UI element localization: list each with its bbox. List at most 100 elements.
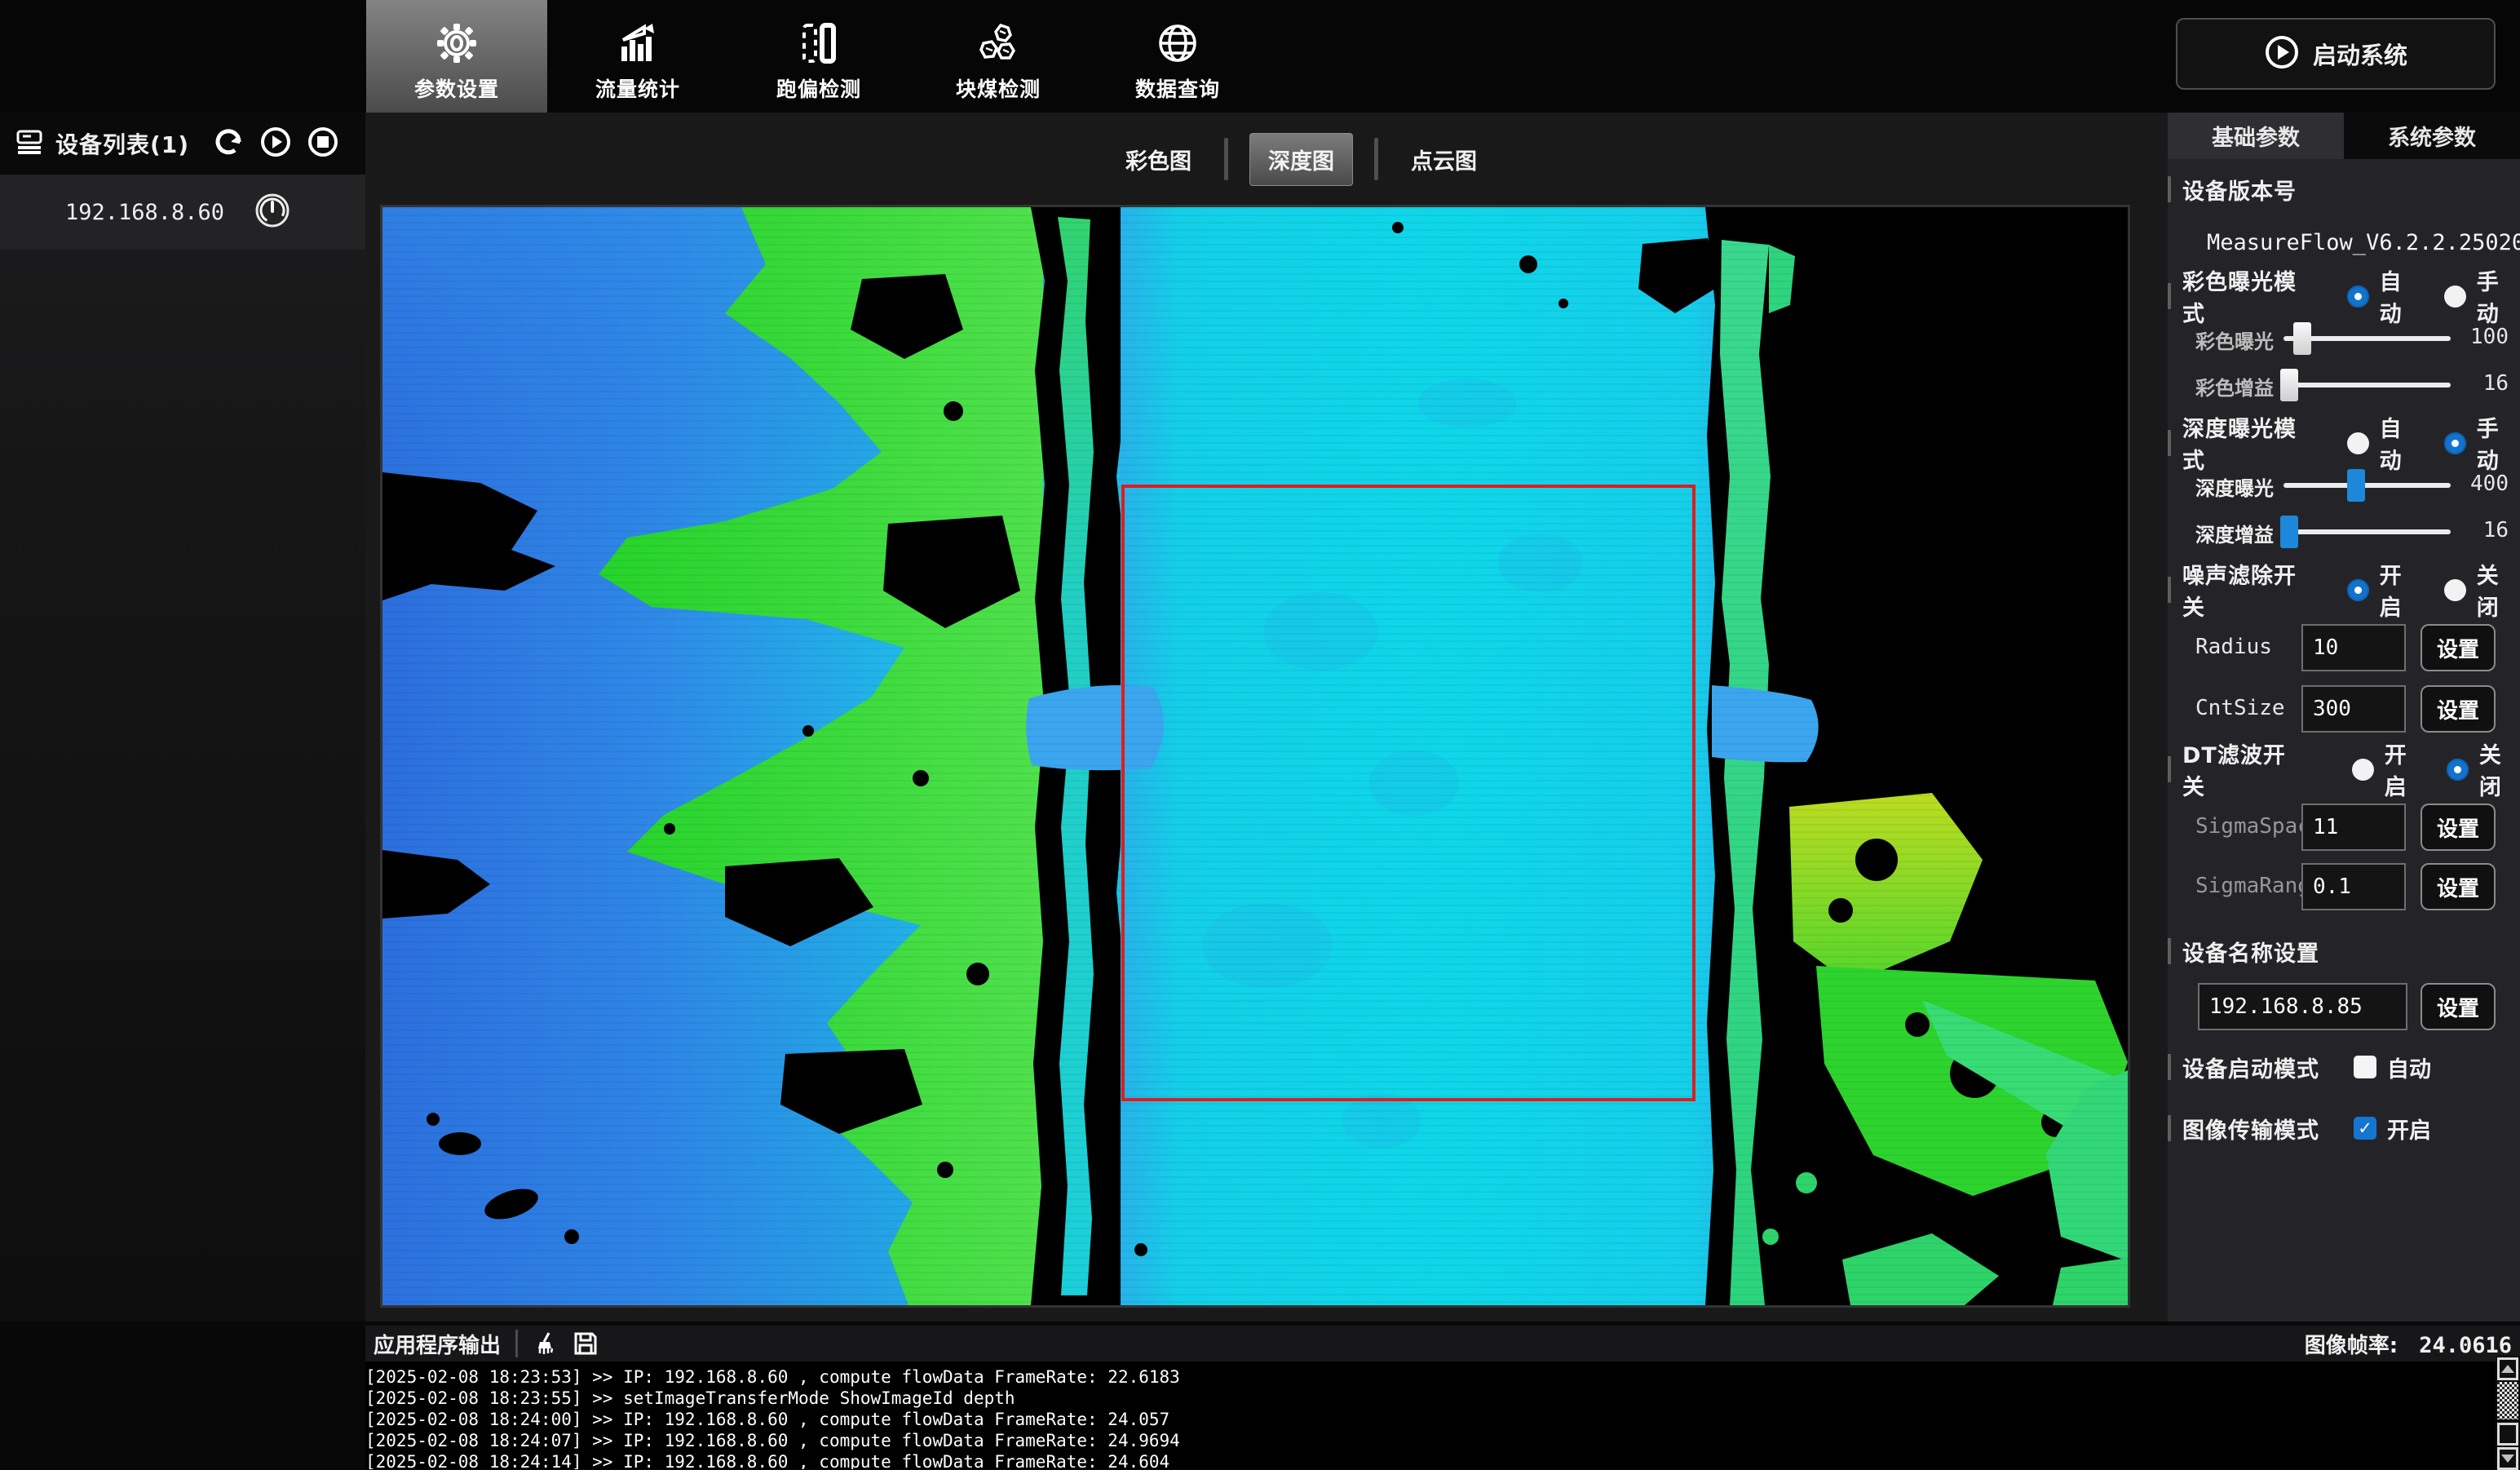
sigma-space-set-button[interactable]: 设置 [2421, 804, 2496, 851]
toolbar-item-coal-detection[interactable]: 块煤检测 [908, 0, 1089, 113]
depth-image-view[interactable] [380, 205, 2130, 1308]
device-version-label: 设备版本号 [2182, 174, 2297, 206]
device-list-header: 设备列表(1) [0, 113, 365, 175]
log-line: [2025-02-08 18:24:14] >> IP: 192.168.8.6… [365, 1451, 2496, 1469]
radio-noise-off[interactable] [2444, 579, 2466, 601]
power-icon[interactable] [254, 193, 290, 232]
device-list-title: 设备列表(1) [55, 127, 189, 160]
device-version-value: MeasureFlow_V6.2.2.250207 [2207, 230, 2520, 255]
section-accent-bar [2168, 430, 2171, 456]
play-icon[interactable] [259, 126, 292, 162]
radius-row: Radius 设置 [2168, 624, 2520, 671]
color-gain-handle[interactable] [2280, 369, 2298, 401]
section-device-name: 设备名称设置 [2168, 936, 2319, 966]
save-log-icon[interactable] [572, 1330, 599, 1357]
start-mode-option-label: 自动 [2387, 1052, 2431, 1083]
sigma-space-input[interactable] [2301, 804, 2406, 851]
sigma-range-set-button[interactable]: 设置 [2421, 863, 2496, 910]
start-mode-label: 设备启动模式 [2182, 1052, 2319, 1083]
start-mode-checkbox[interactable] [2354, 1056, 2376, 1078]
sigma-range-input[interactable] [2301, 863, 2406, 910]
refresh-icon[interactable] [212, 126, 245, 162]
radio-noise-on[interactable] [2347, 579, 2369, 601]
roi-rectangle[interactable] [1121, 485, 1695, 1101]
start-system-button[interactable]: 启动系统 [2176, 18, 2496, 90]
log-line: [2025-02-08 18:24:07] >> IP: 192.168.8.6… [365, 1430, 2496, 1451]
coal-icon [976, 21, 1020, 65]
clear-log-icon[interactable] [533, 1330, 560, 1357]
play-circle-icon [2264, 34, 2300, 73]
scrollbar-thumb[interactable] [2497, 1382, 2518, 1419]
radius-set-button[interactable]: 设置 [2421, 624, 2496, 671]
radio-color-auto-label: 自动 [2380, 264, 2423, 328]
tab-basic-params[interactable]: 基础参数 [2168, 113, 2344, 159]
scroll-down-button[interactable] [2497, 1447, 2518, 1470]
arrow-down-icon [2501, 1455, 2514, 1463]
radius-input[interactable] [2301, 624, 2406, 671]
start-system-label: 启动系统 [2313, 37, 2407, 71]
radio-color-auto[interactable] [2347, 286, 2369, 308]
scroll-up-button[interactable] [2497, 1357, 2518, 1380]
noise-filter-label: 噪声滤除开关 [2182, 558, 2318, 622]
framerate-status: 图像帧率: 24.0616 [2305, 1329, 2512, 1359]
radio-depth-auto[interactable] [2347, 432, 2369, 454]
section-noise-filter: 噪声滤除开关 开启 关闭 [2168, 575, 2520, 604]
section-device-version: 设备版本号 [2168, 175, 2297, 204]
color-exposure-label: 彩色曝光 [2143, 325, 2274, 354]
depth-gain-slider[interactable] [2283, 529, 2451, 534]
depth-exposure-handle[interactable] [2347, 469, 2365, 502]
cntsize-set-button[interactable]: 设置 [2421, 685, 2496, 733]
sigma-space-row: SigmaSpace 设置 [2168, 804, 2520, 851]
scrollbar-track-button[interactable] [2497, 1423, 2518, 1446]
color-gain-slider[interactable] [2283, 383, 2451, 387]
device-row[interactable]: 192.168.8.60 [0, 175, 365, 250]
depth-exposure-slider[interactable] [2283, 483, 2451, 488]
console-scrollbar[interactable] [2496, 1356, 2520, 1469]
radio-depth-manual[interactable] [2444, 432, 2466, 454]
color-exposure-slider-row: 彩色曝光 100 [2168, 322, 2520, 356]
console-title: 应用程序输出 [374, 1329, 501, 1359]
depth-exposure-slider-row: 深度曝光 400 [2168, 469, 2520, 503]
transfer-mode-label: 图像传输模式 [2182, 1113, 2319, 1145]
radius-label: Radius [2195, 635, 2272, 659]
section-accent-bar [2168, 1054, 2171, 1080]
device-name-label: 设备名称设置 [2182, 936, 2319, 967]
dt-filter-label: DT滤波开关 [2182, 737, 2300, 801]
parameter-panel: 基础参数 系统参数 设备版本号 MeasureFlow_V6.2.2.25020… [2168, 113, 2520, 1322]
device-name-set-button[interactable]: 设置 [2421, 983, 2496, 1030]
toolbar-item-parameter-settings[interactable]: 参数设置 [366, 0, 547, 113]
tab-pointcloud-image[interactable]: 点云图 [1399, 135, 1488, 184]
tab-depth-image[interactable]: 深度图 [1249, 133, 1353, 186]
radio-noise-off-label: 关闭 [2477, 558, 2520, 622]
toolbar-item-flow-statistics[interactable]: 流量统计 [547, 0, 728, 113]
deviation-icon [797, 21, 841, 65]
radio-depth-manual-label: 手动 [2477, 411, 2520, 475]
globe-icon [1156, 21, 1200, 65]
console-log[interactable]: [2025-02-08 18:23:53] >> IP: 192.168.8.6… [365, 1362, 2496, 1469]
radio-color-manual[interactable] [2444, 286, 2466, 308]
radio-dt-off[interactable] [2447, 759, 2469, 781]
viewer-tab-bar: 彩色图 深度图 点云图 [1114, 135, 1488, 184]
cntsize-input[interactable] [2301, 685, 2406, 733]
app-window: 参数设置 流量统计 跑偏检测 [0, 0, 2520, 1469]
stop-icon[interactable] [307, 126, 339, 162]
log-line: [2025-02-08 18:23:55] >> setImageTransfe… [365, 1388, 2496, 1409]
device-name-input[interactable] [2198, 983, 2407, 1030]
main-toolbar: 参数设置 流量统计 跑偏检测 [0, 0, 2520, 113]
depth-gain-handle[interactable] [2280, 516, 2298, 548]
color-exposure-handle[interactable] [2293, 322, 2311, 355]
framerate-label: 图像帧率: [2305, 1329, 2398, 1359]
toolbar-item-data-query[interactable]: 数据查询 [1087, 0, 1268, 113]
viewer-area: 彩色图 深度图 点云图 [365, 113, 2168, 1322]
radio-dt-on[interactable] [2352, 759, 2374, 781]
tab-system-params[interactable]: 系统参数 [2344, 113, 2520, 159]
transfer-mode-option-label: 开启 [2387, 1113, 2431, 1145]
toolbar-item-deviation-detection[interactable]: 跑偏检测 [728, 0, 909, 113]
color-gain-label: 彩色增益 [2143, 372, 2274, 401]
transfer-mode-checkbox[interactable]: ✓ [2354, 1117, 2376, 1140]
radio-dt-on-label: 开启 [2385, 737, 2425, 801]
color-exposure-slider[interactable] [2283, 336, 2451, 341]
toolbar-item-label: 跑偏检测 [776, 73, 861, 103]
device-sidebar: 设备列表(1) [0, 113, 365, 1322]
tab-color-image[interactable]: 彩色图 [1114, 135, 1203, 184]
